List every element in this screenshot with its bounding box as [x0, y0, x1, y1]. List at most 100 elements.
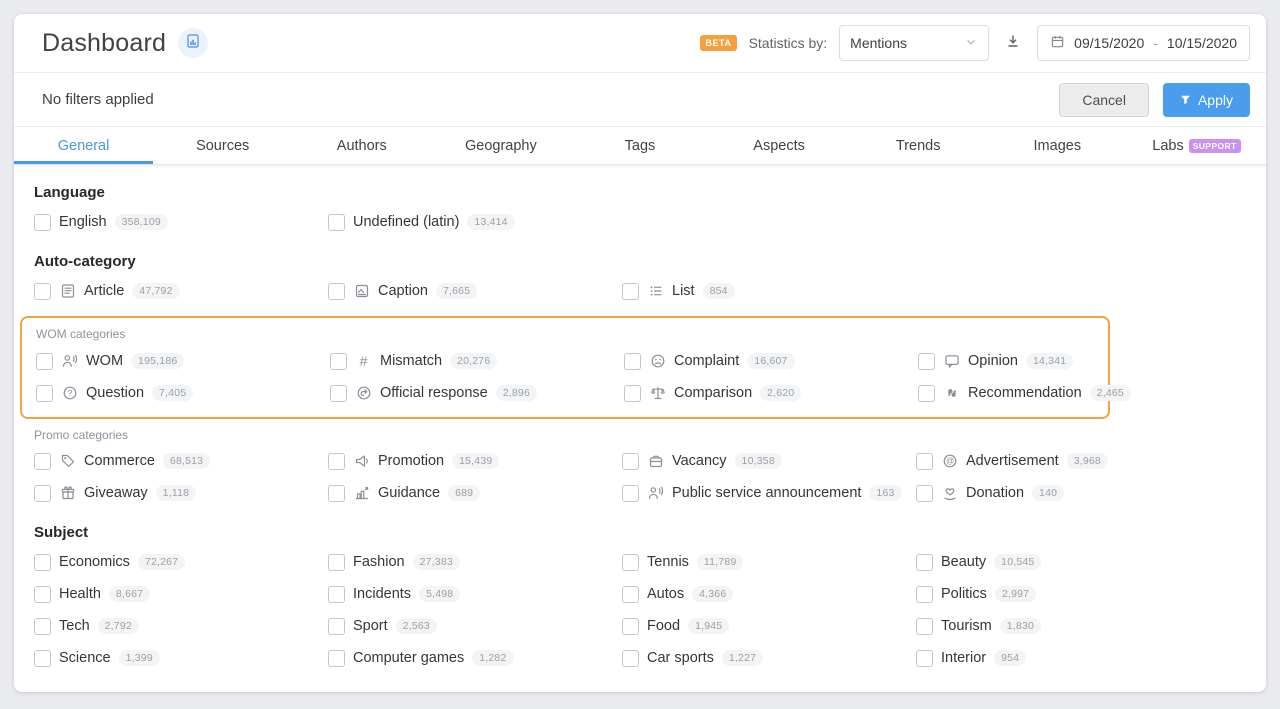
- checkbox-tennis[interactable]: [622, 554, 639, 571]
- filter-item-mismatch[interactable]: #Mismatch20,276: [330, 345, 624, 377]
- tab-images[interactable]: Images: [988, 127, 1127, 164]
- filter-item-interior[interactable]: Interior954: [916, 642, 1210, 674]
- filter-item-tech[interactable]: Tech2,792: [34, 610, 328, 642]
- filter-item-food[interactable]: Food1,945: [622, 610, 916, 642]
- filter-label: Article: [84, 283, 124, 299]
- filter-item-guidance[interactable]: Guidance689: [328, 477, 622, 509]
- checkbox-guidance[interactable]: [328, 485, 345, 502]
- checkbox-tech[interactable]: [34, 618, 51, 635]
- filter-item-wom[interactable]: WOM195,186: [36, 345, 330, 377]
- checkbox-english[interactable]: [34, 214, 51, 231]
- checkbox-promotion[interactable]: [328, 453, 345, 470]
- checkbox-article[interactable]: [34, 283, 51, 300]
- date-range-picker[interactable]: 09/15/2020 - 10/15/2020: [1037, 25, 1250, 61]
- filter-item-tourism[interactable]: Tourism1,830: [916, 610, 1210, 642]
- filter-item-commerce[interactable]: Commerce68,513: [34, 445, 328, 477]
- filter-item-comparison[interactable]: Comparison2,620: [624, 377, 918, 409]
- filter-item-giveaway[interactable]: Giveaway1,118: [34, 477, 328, 509]
- statistics-select[interactable]: Mentions: [839, 25, 989, 61]
- tab-label: General: [58, 138, 110, 154]
- filter-item-caption[interactable]: Caption7,665: [328, 275, 622, 307]
- checkbox-list[interactable]: [622, 283, 639, 300]
- checkbox-comparison[interactable]: [624, 385, 641, 402]
- filter-item-question[interactable]: ?Question7,405: [36, 377, 330, 409]
- filter-item-car-sports[interactable]: Car sports1,227: [622, 642, 916, 674]
- checkbox-mismatch[interactable]: [330, 353, 347, 370]
- filter-item-public-service-announcement[interactable]: Public service announcement163: [622, 477, 916, 509]
- filter-item-donation[interactable]: Donation140: [916, 477, 1210, 509]
- checkbox-vacancy[interactable]: [622, 453, 639, 470]
- checkbox-car-sports[interactable]: [622, 650, 639, 667]
- checkbox-official-response[interactable]: [330, 385, 347, 402]
- cancel-button[interactable]: Cancel: [1059, 83, 1149, 117]
- filter-item-article[interactable]: Article47,792: [34, 275, 328, 307]
- tab-labs[interactable]: LabsSUPPORT: [1127, 127, 1266, 164]
- checkbox-advertisement[interactable]: [916, 453, 933, 470]
- filter-item-beauty[interactable]: Beauty10,545: [916, 546, 1210, 578]
- checkbox-interior[interactable]: [916, 650, 933, 667]
- filter-item-list[interactable]: List854: [622, 275, 916, 307]
- tab-tags[interactable]: Tags: [570, 127, 709, 164]
- filter-item-health[interactable]: Health8,667: [34, 578, 328, 610]
- filter-label: Tech: [59, 618, 90, 634]
- tab-authors[interactable]: Authors: [292, 127, 431, 164]
- checkbox-recommendation[interactable]: [918, 385, 935, 402]
- filter-item-fashion[interactable]: Fashion27,383: [328, 546, 622, 578]
- filter-label: Beauty: [941, 554, 986, 570]
- filter-count: 20,276: [450, 353, 497, 369]
- apply-button[interactable]: Apply: [1163, 83, 1250, 117]
- checkbox-complaint[interactable]: [624, 353, 641, 370]
- filter-item-advertisement[interactable]: @Advertisement3,968: [916, 445, 1210, 477]
- filter-count: 2,997: [995, 586, 1036, 602]
- checkbox-science[interactable]: [34, 650, 51, 667]
- tab-sources[interactable]: Sources: [153, 127, 292, 164]
- checkbox-beauty[interactable]: [916, 554, 933, 571]
- tab-geography[interactable]: Geography: [431, 127, 570, 164]
- checkbox-public-service-announcement[interactable]: [622, 485, 639, 502]
- filter-item-undefined-latin[interactable]: Undefined (latin)13,414: [328, 206, 622, 238]
- filter-count: 1,399: [119, 650, 160, 666]
- filter-item-politics[interactable]: Politics2,997: [916, 578, 1210, 610]
- filter-label: List: [672, 283, 695, 299]
- tab-label: Trends: [896, 138, 941, 154]
- checkbox-question[interactable]: [36, 385, 53, 402]
- filter-item-science[interactable]: Science1,399: [34, 642, 328, 674]
- filter-count: 1,830: [1000, 618, 1041, 634]
- filter-item-economics[interactable]: Economics72,267: [34, 546, 328, 578]
- checkbox-health[interactable]: [34, 586, 51, 603]
- filter-item-tennis[interactable]: Tennis11,789: [622, 546, 916, 578]
- filter-item-opinion[interactable]: Opinion14,341: [918, 345, 1212, 377]
- checkbox-politics[interactable]: [916, 586, 933, 603]
- checkbox-giveaway[interactable]: [34, 485, 51, 502]
- filter-item-official-response[interactable]: Official response2,896: [330, 377, 624, 409]
- checkbox-fashion[interactable]: [328, 554, 345, 571]
- report-button[interactable]: [178, 28, 208, 58]
- checkbox-caption[interactable]: [328, 283, 345, 300]
- tab-general[interactable]: General: [14, 127, 153, 164]
- advertisement-icon: @: [941, 453, 958, 470]
- checkbox-wom[interactable]: [36, 353, 53, 370]
- checkbox-undefined-latin[interactable]: [328, 214, 345, 231]
- checkbox-commerce[interactable]: [34, 453, 51, 470]
- filter-item-vacancy[interactable]: Vacancy10,358: [622, 445, 916, 477]
- checkbox-autos[interactable]: [622, 586, 639, 603]
- tab-aspects[interactable]: Aspects: [710, 127, 849, 164]
- checkbox-opinion[interactable]: [918, 353, 935, 370]
- checkbox-donation[interactable]: [916, 485, 933, 502]
- checkbox-food[interactable]: [622, 618, 639, 635]
- checkbox-computer-games[interactable]: [328, 650, 345, 667]
- checkbox-economics[interactable]: [34, 554, 51, 571]
- filter-item-complaint[interactable]: Complaint16,607: [624, 345, 918, 377]
- filter-item-promotion[interactable]: Promotion15,439: [328, 445, 622, 477]
- filter-item-computer-games[interactable]: Computer games1,282: [328, 642, 622, 674]
- filter-item-autos[interactable]: Autos4,366: [622, 578, 916, 610]
- download-button[interactable]: [1001, 31, 1025, 55]
- checkbox-incidents[interactable]: [328, 586, 345, 603]
- tab-trends[interactable]: Trends: [849, 127, 988, 164]
- filter-item-english[interactable]: English358,109: [34, 206, 328, 238]
- checkbox-tourism[interactable]: [916, 618, 933, 635]
- filter-item-sport[interactable]: Sport2,563: [328, 610, 622, 642]
- filter-item-recommendation[interactable]: Recommendation2,465: [918, 377, 1212, 409]
- filter-item-incidents[interactable]: Incidents5,498: [328, 578, 622, 610]
- checkbox-sport[interactable]: [328, 618, 345, 635]
